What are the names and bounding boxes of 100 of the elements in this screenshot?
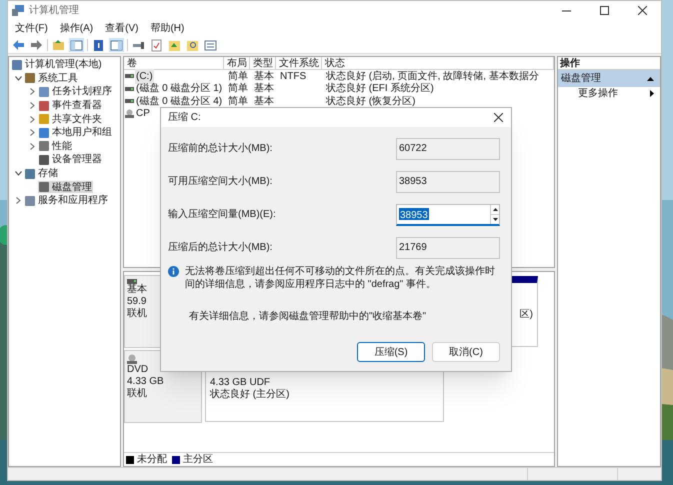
disk-label: 基本 (127, 284, 147, 296)
folder-up-icon[interactable] (167, 38, 182, 52)
tree-item[interactable]: 存储 (24, 168, 59, 180)
field-label: 可用压缩空间大小(MB): (168, 174, 272, 189)
chevron-icon[interactable] (30, 129, 35, 136)
table-cell-text: (磁盘 0 磁盘分区 4) (135, 94, 224, 109)
forward-arrow-icon[interactable] (29, 38, 44, 52)
table-cell-text: 状态良好 (恢复分区) (325, 94, 416, 109)
close-button[interactable] (491, 110, 505, 124)
readonly-field: 38953 (396, 170, 500, 192)
dialog-title: 压缩 C: (168, 110, 201, 125)
field-label: 输入压缩空间量(MB)(E): (168, 208, 276, 222)
maximize-icon (600, 6, 608, 14)
menu-item[interactable]: 操作(A) (56, 20, 98, 36)
drive-icon (125, 74, 134, 78)
disk-label: 联机 (127, 308, 147, 320)
readonly-field: 60722 (396, 138, 500, 160)
table-cell-text: 基本 (253, 94, 275, 109)
disk-label: 4.33 GB (127, 376, 164, 388)
dialog-button[interactable]: 取消(C) (432, 342, 500, 362)
readonly-field: 21769 (396, 236, 500, 258)
partition-size: 4.33 GB UDF (210, 377, 270, 388)
table-cell-text: 简单 (227, 70, 249, 82)
node-icon (25, 168, 35, 179)
column-header[interactable]: 布局 (224, 57, 250, 70)
help-text: 有关详细信息，请参阅磁盘管理帮助中的"收缩基本卷" (189, 310, 426, 324)
legend-label: 未分配 (137, 452, 167, 467)
table-cell: (C:) (135, 68, 154, 84)
close-icon (638, 6, 646, 14)
up-arrow-icon (492, 208, 498, 210)
tree-item[interactable]: 系统工具 (24, 72, 79, 84)
close-icon (494, 113, 502, 122)
chevron-icon[interactable] (30, 102, 35, 110)
field-label: 压缩前的总计大小(MB): (168, 142, 272, 156)
panel-icon[interactable] (69, 38, 84, 52)
tree-item[interactable]: 设备管理器 (38, 154, 103, 166)
column-header[interactable]: 类型 (250, 57, 276, 70)
window-title: 计算机管理 (29, 4, 79, 18)
tree-item[interactable]: 共享文件夹 (38, 113, 103, 126)
chevron-icon[interactable] (16, 197, 21, 204)
table-cell-text: (磁盘 0 磁盘分区 1) (135, 82, 224, 96)
node-icon (39, 128, 49, 138)
node-icon (39, 100, 49, 111)
folder-up-icon[interactable] (51, 38, 66, 52)
action-section-header[interactable]: 磁盘管理 (558, 70, 660, 87)
tree-item[interactable]: 本地用户和组 (38, 126, 113, 139)
tree-item[interactable]: 计算机管理(本地) (11, 58, 103, 71)
node-icon (25, 73, 35, 84)
disk-label: 联机 (127, 388, 147, 400)
node-icon (25, 196, 35, 206)
list-icon[interactable] (203, 38, 218, 52)
disk-label: 59.9 (127, 296, 146, 308)
column-header[interactable]: 状态 (322, 57, 554, 70)
partition-status: 区) (520, 308, 533, 320)
node-icon (12, 60, 22, 70)
table-cell-text: 基本 (253, 82, 275, 96)
table-cell-text: 简单 (227, 94, 249, 109)
drive-icon (125, 99, 134, 104)
search-folder-icon[interactable] (185, 38, 200, 52)
disk-label: DVD (127, 364, 148, 376)
action-link[interactable]: 更多操作 (558, 87, 660, 100)
computer-icon (12, 4, 24, 16)
info-icon (168, 266, 179, 277)
info-message: 无法将卷压缩到超出任何不可移动的文件所在的点。有关完成该操作时间的详细信息，请参阅应用程序日志中的 "defrag" 事件。 (185, 265, 496, 291)
chevron-icon[interactable] (30, 88, 35, 96)
tree-item[interactable]: 事件查看器 (38, 100, 103, 112)
partition-status: 状态良好 (主分区) (210, 389, 290, 401)
table-cell-text: 简单 (227, 82, 249, 96)
legend-label: 主分区 (183, 452, 213, 467)
back-arrow-icon[interactable] (11, 38, 26, 52)
submenu-arrow-icon (650, 90, 654, 97)
table-cell-text: NTFS (279, 70, 308, 84)
column-header[interactable]: 文件系统 (276, 57, 322, 70)
chevron-icon[interactable] (15, 76, 22, 81)
node-icon (39, 86, 49, 97)
menu-item[interactable]: 查看(V) (101, 20, 142, 36)
node-icon (39, 154, 49, 165)
node-icon (39, 182, 49, 192)
table-cell-text: 状态良好 (EFI 系统分区) (325, 82, 435, 96)
tree-item[interactable]: 任务计划程序 (38, 86, 113, 98)
panel-icon[interactable] (109, 38, 124, 52)
menu-item[interactable]: 帮助(H) (146, 20, 188, 36)
tree-item[interactable]: 磁盘管理 (38, 181, 93, 194)
checklist-icon[interactable] (149, 38, 164, 52)
table-cell-text: 基本 (253, 70, 275, 82)
tree-item[interactable]: 性能 (38, 140, 73, 152)
tree-item[interactable]: 服务和应用程序 (24, 194, 109, 207)
chevron-icon[interactable] (30, 116, 35, 123)
table-cell-text: CP (135, 107, 151, 122)
drive-icon (127, 279, 137, 284)
dialog-button[interactable]: 压缩(S) (357, 342, 425, 362)
chevron-icon[interactable] (15, 171, 22, 176)
number-field[interactable]: 38953 (396, 204, 500, 226)
node-icon (39, 141, 49, 152)
cd-drive-icon (127, 354, 137, 364)
chevron-icon[interactable] (30, 142, 35, 150)
menu-item[interactable]: 文件(F) (11, 20, 52, 36)
node-icon (39, 114, 49, 124)
down-arrow-icon (492, 218, 498, 220)
field-label: 压缩后的总计大小(MB): (168, 240, 272, 255)
